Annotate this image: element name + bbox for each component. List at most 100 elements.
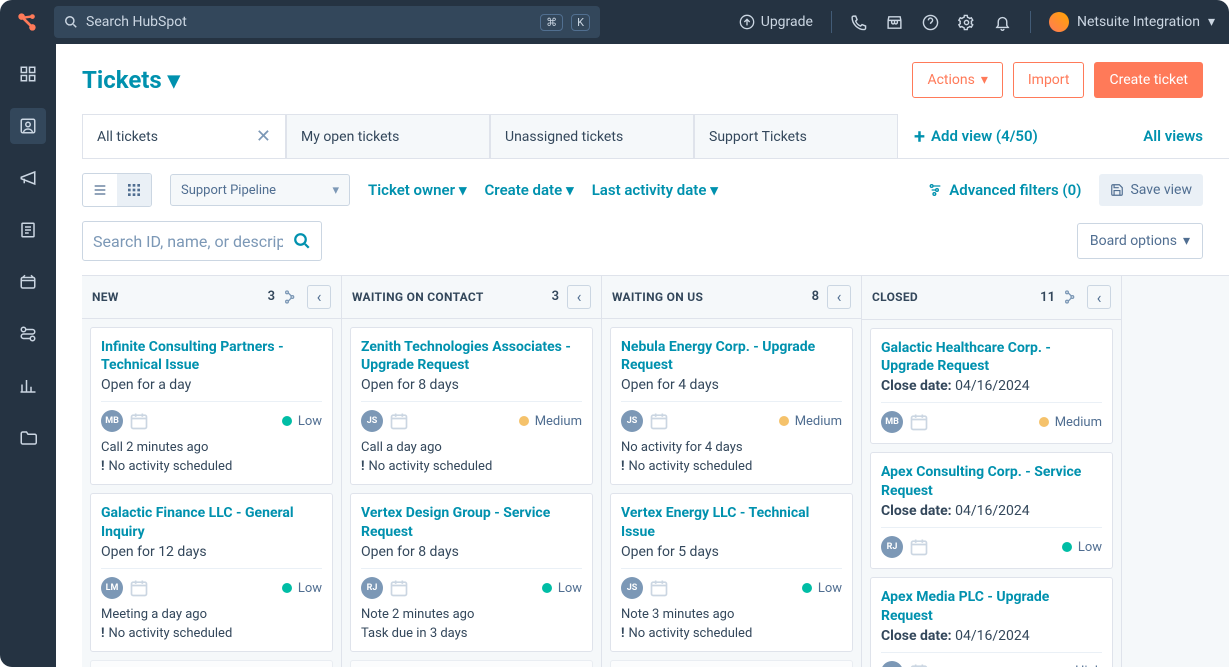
nav-automation-icon[interactable] — [10, 316, 46, 352]
nav-bookmarks-icon[interactable] — [10, 56, 46, 92]
view-tab[interactable]: My open tickets — [286, 114, 490, 158]
account-menu[interactable]: Netsuite Integration ▾ — [1049, 12, 1215, 32]
create-date-filter[interactable]: Create date▾ — [485, 181, 574, 199]
owner-avatar[interactable]: LM — [101, 577, 123, 599]
column-header: WAITING ON CONTACT3‹ — [342, 276, 601, 319]
view-tab[interactable]: Unassigned tickets — [490, 114, 694, 158]
ticket-close-date: Close date: 04/16/2024 — [881, 503, 1102, 519]
ticket-title[interactable]: Apex Media PLC - Upgrade Request — [881, 588, 1102, 626]
calendar-icon[interactable] — [649, 411, 669, 431]
board-search-input[interactable] — [93, 232, 283, 251]
owner-avatar[interactable]: JS — [621, 410, 643, 432]
ticket-title[interactable]: Zenith Technologies Associates - Upgrade… — [361, 338, 582, 376]
global-search[interactable]: ⌘ K — [54, 6, 600, 38]
board-view-button[interactable] — [117, 174, 151, 206]
ticket-card[interactable]: Zenith Technologies Associates - Upgrade… — [350, 327, 593, 486]
add-view-button[interactable]: +Add view (4/50) — [914, 124, 1038, 148]
calendar-icon[interactable] — [389, 578, 409, 598]
nav-library-icon[interactable] — [10, 420, 46, 456]
ticket-card[interactable]: Galactic Finance LLC - General InquiryOp… — [90, 493, 333, 652]
priority-dot — [542, 583, 552, 593]
nav-content-icon[interactable] — [10, 212, 46, 248]
last-activity: Meeting a day ago — [101, 607, 322, 622]
collapse-button[interactable]: ‹ — [827, 285, 851, 309]
owner-avatar[interactable]: JS — [621, 577, 643, 599]
ticket-title[interactable]: Apex Consulting Corp. - Service Request — [881, 463, 1102, 501]
ticket-card[interactable]: Apex Consulting Corp. - Service Request C… — [870, 452, 1113, 569]
priority: Low — [282, 581, 322, 596]
all-views-link[interactable]: All views — [1143, 127, 1203, 145]
ticket-card[interactable]: Vertex Design Group - Service RequestOpe… — [350, 493, 593, 652]
hubspot-logo-icon[interactable] — [14, 9, 40, 35]
calendar-icon[interactable] — [909, 412, 929, 432]
owner-avatar[interactable]: MB — [101, 410, 123, 432]
ticket-subtitle: Open for 8 days — [361, 377, 582, 393]
nav-commerce-icon[interactable] — [10, 264, 46, 300]
collapse-button[interactable]: ‹ — [307, 285, 331, 309]
ticket-card[interactable]: Galactic Manufacturing — [610, 660, 853, 667]
ticket-title[interactable]: Galactic Finance LLC - General Inquiry — [101, 504, 322, 542]
calendar-icon[interactable] — [909, 662, 929, 667]
help-icon[interactable] — [922, 13, 940, 31]
view-tab[interactable]: All tickets✕ — [82, 114, 286, 158]
list-view-button[interactable] — [83, 174, 117, 206]
create-ticket-button[interactable]: Create ticket — [1094, 62, 1203, 98]
board-options-button[interactable]: Board options ▾ — [1077, 223, 1203, 259]
close-icon[interactable]: ✕ — [256, 126, 271, 147]
page-title-dropdown[interactable]: Tickets ▾ — [82, 66, 180, 94]
owner-avatar[interactable]: RJ — [361, 577, 383, 599]
board-search[interactable] — [82, 221, 322, 261]
priority: Low — [1062, 540, 1102, 555]
owner-avatar[interactable]: JS — [361, 410, 383, 432]
ticket-card[interactable]: Infinite Consulting Partners - Technical… — [90, 327, 333, 486]
last-activity-filter[interactable]: Last activity date▾ — [592, 181, 718, 199]
calendar-icon[interactable] — [389, 411, 409, 431]
ticket-title[interactable]: Galactic Healthcare Corp. - Upgrade Requ… — [881, 339, 1102, 377]
advanced-filters-button[interactable]: Advanced filters (0) — [927, 181, 1081, 199]
priority: Low — [802, 581, 842, 596]
sort-icon[interactable] — [1063, 289, 1079, 305]
owner-avatar[interactable]: RJ — [881, 536, 903, 558]
ticket-card[interactable]: Vertex Energy LLC - Technical IssueOpen … — [610, 493, 853, 652]
view-tab[interactable]: Support Tickets — [694, 114, 898, 158]
ticket-card[interactable]: Galactic Healthcare Corp. - Upgrade Requ… — [870, 328, 1113, 445]
last-activity: Note 3 minutes ago — [621, 607, 842, 622]
bell-icon[interactable] — [994, 13, 1012, 31]
ticket-owner-filter[interactable]: Ticket owner▾ — [368, 181, 467, 199]
ticket-title[interactable]: Vertex Energy LLC - Technical Issue — [621, 504, 842, 542]
view-tabs: All tickets✕My open ticketsUnassigned ti… — [82, 114, 1229, 159]
owner-avatar[interactable]: MG — [881, 661, 903, 667]
priority: Medium — [519, 414, 582, 429]
ticket-title[interactable]: Infinite Consulting Partners - Technical… — [101, 338, 322, 376]
chevron-down-icon: ▾ — [981, 72, 988, 88]
ticket-title[interactable]: Nebula Energy Corp. - Upgrade Request — [621, 338, 842, 376]
global-search-input[interactable] — [86, 14, 532, 30]
actions-button[interactable]: Actions▾ — [912, 62, 1002, 98]
nav-crm-icon[interactable] — [10, 108, 46, 144]
save-view-button[interactable]: Save view — [1099, 174, 1203, 206]
collapse-button[interactable]: ‹ — [1087, 285, 1111, 309]
nav-reporting-icon[interactable] — [10, 368, 46, 404]
sort-icon[interactable] — [283, 289, 299, 305]
ticket-title[interactable]: Vertex Design Group - Service Request — [361, 504, 582, 542]
owner-avatar[interactable]: MB — [881, 411, 903, 433]
chevron-down-icon: ▾ — [710, 181, 718, 199]
upgrade-button[interactable]: Upgrade — [739, 14, 813, 30]
import-button[interactable]: Import — [1013, 62, 1085, 98]
account-name: Netsuite Integration — [1077, 14, 1200, 30]
ticket-card[interactable]: Pioneer Energy Associates - — [350, 660, 593, 667]
phone-icon[interactable] — [850, 13, 868, 31]
ticket-card[interactable]: Nebula Energy Corp. - Upgrade RequestOpe… — [610, 327, 853, 486]
nav-marketing-icon[interactable] — [10, 160, 46, 196]
marketplace-icon[interactable] — [886, 13, 904, 31]
calendar-icon[interactable] — [129, 578, 149, 598]
calendar-icon[interactable] — [649, 578, 669, 598]
calendar-icon[interactable] — [129, 411, 149, 431]
column-body: Nebula Energy Corp. - Upgrade RequestOpe… — [602, 319, 861, 667]
ticket-card[interactable]: Apex Media PLC - Upgrade RequestClose da… — [870, 577, 1113, 667]
ticket-card[interactable]: Quantum Technologies Inc. - — [90, 660, 333, 667]
settings-icon[interactable] — [958, 13, 976, 31]
pipeline-select[interactable]: Support Pipeline — [170, 174, 350, 206]
calendar-icon[interactable] — [909, 537, 929, 557]
collapse-button[interactable]: ‹ — [567, 285, 591, 309]
